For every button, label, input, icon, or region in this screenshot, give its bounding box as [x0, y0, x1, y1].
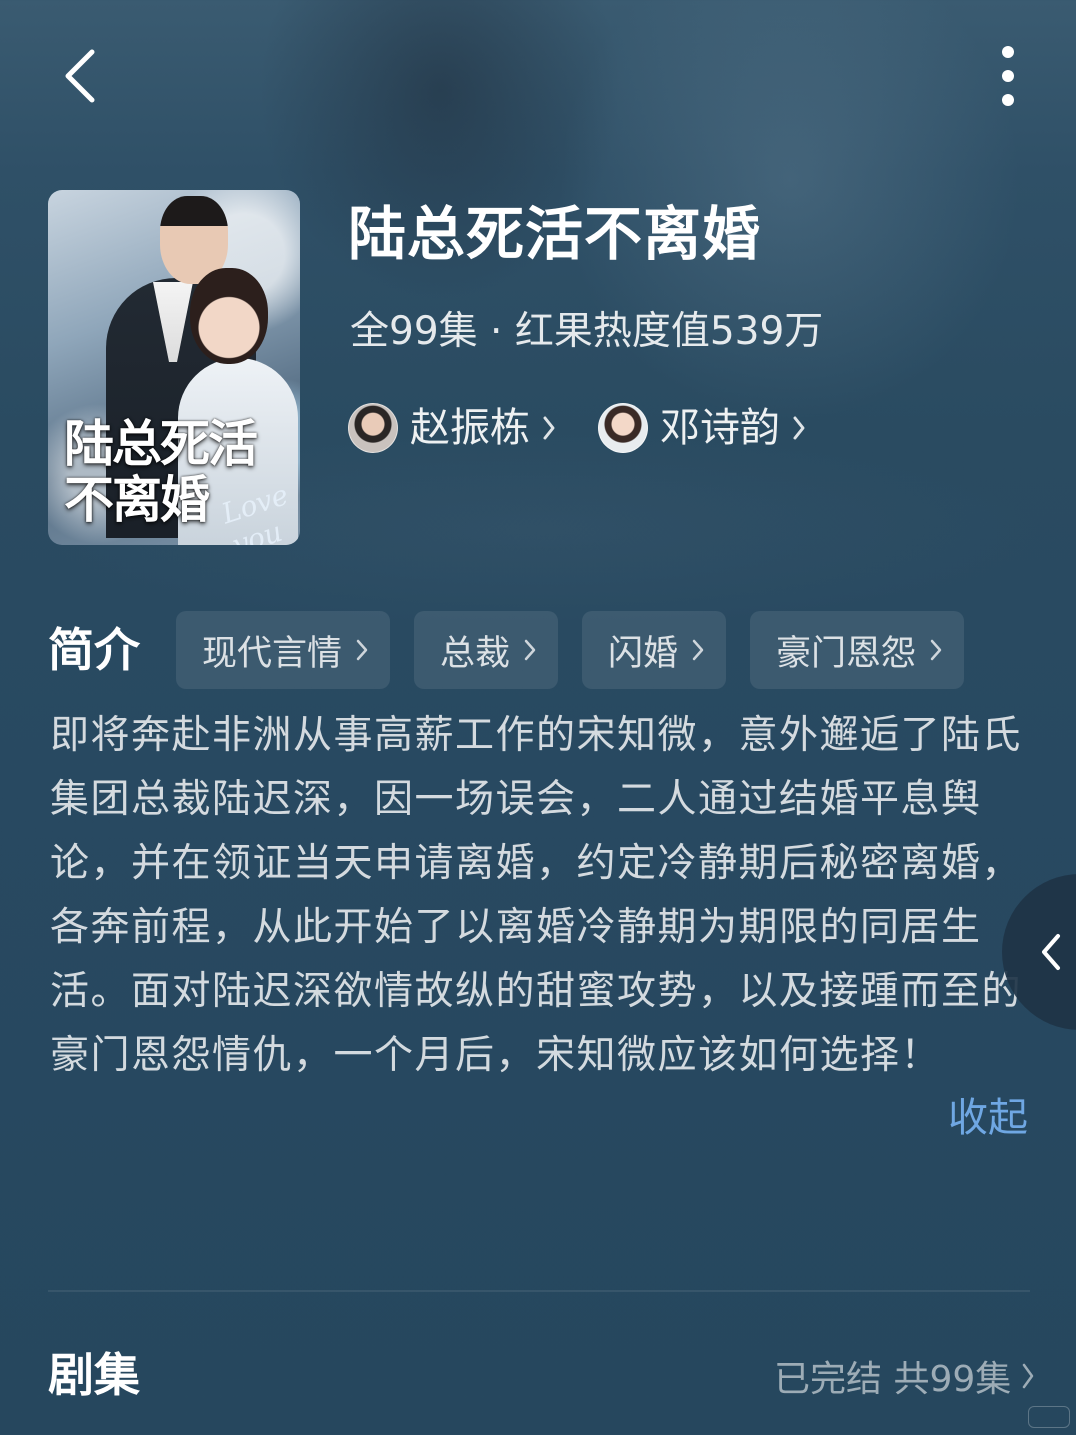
tag-chip[interactable]: 现代言情	[176, 611, 391, 689]
intro-label: 简介	[48, 623, 140, 677]
actor-name: 邓诗韵	[660, 405, 780, 451]
avatar	[598, 403, 648, 453]
tag-label: 闪婚	[608, 633, 679, 674]
actor-link[interactable]: 赵振栋	[348, 400, 556, 456]
chevron-right-icon	[356, 639, 368, 661]
drama-meta: 全99集 · 红果热度值539万	[350, 309, 824, 354]
actor-link[interactable]: 邓诗韵	[598, 400, 806, 456]
actor-list: 赵振栋 邓诗韵	[348, 396, 848, 460]
actor-name: 赵振栋	[410, 405, 530, 451]
chevron-right-icon	[1023, 1363, 1034, 1389]
section-divider	[48, 1290, 1030, 1292]
drama-poster[interactable]: 陆总死活 不离婚 Love you	[48, 190, 300, 545]
drama-title: 陆总死活不离婚	[348, 200, 762, 268]
chevron-right-icon	[930, 639, 942, 661]
collapse-link[interactable]: 收起	[948, 1090, 1028, 1146]
episodes-status-text: 已完结 共99集	[774, 1359, 1012, 1400]
avatar	[348, 403, 398, 453]
chevron-right-icon	[524, 639, 536, 661]
tag-label: 现代言情	[202, 633, 343, 674]
chevron-right-icon	[792, 415, 806, 441]
back-arrow-icon	[65, 49, 95, 103]
intro-header: 简介 现代言情 总裁 闪婚 豪门恩怨	[48, 610, 988, 690]
chevron-right-icon	[692, 639, 704, 661]
top-bar	[0, 0, 1076, 150]
synopsis-text: 即将奔赴非洲从事高薪工作的宋知微，意外邂逅了陆氏集团总裁陆迟深，因一场误会，二人…	[50, 713, 1023, 1078]
tag-label: 总裁	[440, 633, 511, 674]
tag-chip[interactable]: 闪婚	[582, 611, 727, 689]
tag-chip[interactable]: 豪门恩怨	[750, 611, 965, 689]
chevron-left-icon	[1042, 934, 1060, 970]
episodes-status-link[interactable]: 已完结 共99集	[774, 1346, 1035, 1406]
more-vertical-icon	[1002, 46, 1014, 106]
episodes-label: 剧集	[48, 1348, 140, 1402]
back-button[interactable]	[50, 44, 110, 108]
watermark-logo	[1028, 1406, 1070, 1428]
chevron-right-icon	[542, 415, 556, 441]
tag-chip[interactable]: 总裁	[414, 611, 559, 689]
tag-label: 豪门恩怨	[776, 633, 917, 674]
more-options-button[interactable]	[980, 40, 1036, 112]
